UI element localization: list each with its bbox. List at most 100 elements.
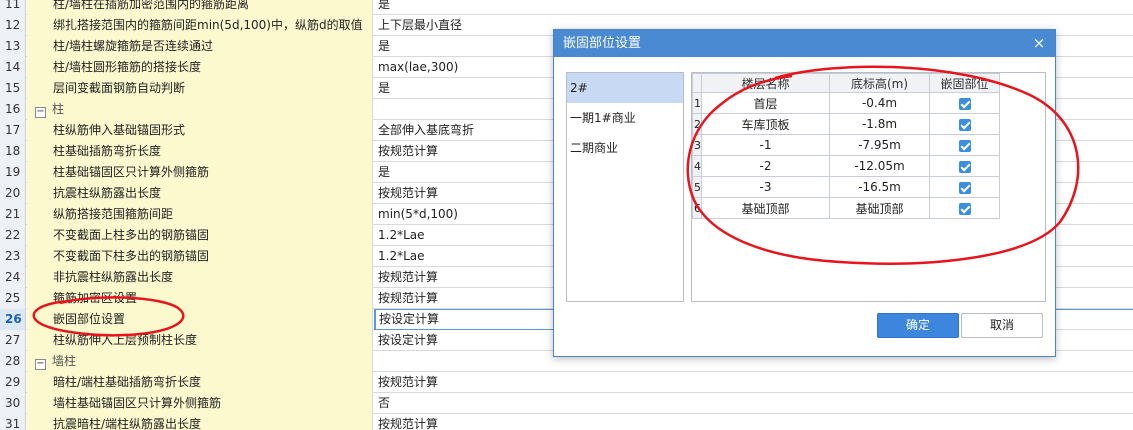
table-row[interactable]: 30 墙柱基础锚固区只计算外侧箍筋 否: [0, 393, 1133, 414]
table-row[interactable]: 31 抗震暗柱/端柱纵筋露出长度 按规范计算: [0, 414, 1133, 430]
setting-name-text: 墙柱: [52, 354, 77, 368]
setting-name: 嵌固部位设置: [27, 309, 373, 330]
building-list-item[interactable]: 一期1#商业: [567, 103, 683, 133]
row-number: 16: [0, 99, 26, 120]
setting-name-text: 抗震柱纵筋露出长度: [53, 186, 162, 200]
row-number: 19: [0, 162, 26, 183]
floor-table: 楼层名称 底标高(m) 嵌固部位 1 首层 -0.4m 2 车库顶板 -1.8m 3 -1 -7…: [692, 73, 1000, 219]
table-row[interactable]: 6 基础顶部 基础顶部: [692, 197, 1000, 219]
building-list: 2# 一期1#商业 二期商业: [566, 72, 684, 302]
floor-name-cell[interactable]: -2: [701, 155, 830, 177]
row-number: 13: [0, 36, 26, 57]
setting-name-text: 抗震暗柱/端柱纵筋露出长度: [53, 417, 202, 430]
embed-position-cell: [929, 92, 1000, 114]
setting-name: 墙柱基础锚固区只计算外侧箍筋: [27, 393, 373, 414]
row-index: 2: [692, 113, 702, 135]
close-icon[interactable]: ×: [1031, 30, 1047, 57]
building-list-item[interactable]: 二期商业: [567, 133, 683, 163]
collapse-toggle-icon[interactable]: −: [35, 359, 46, 370]
setting-value[interactable]: 是: [374, 0, 1133, 15]
setting-name: 柱基础插筋弯折长度: [27, 141, 373, 162]
row-number: 30: [0, 393, 26, 414]
setting-value[interactable]: 否: [374, 393, 1133, 414]
setting-name: 不变截面下柱多出的钢筋锚固: [27, 246, 373, 267]
setting-value[interactable]: 按规范计算: [374, 414, 1133, 430]
bottom-elevation-cell[interactable]: -7.95m: [829, 134, 930, 156]
row-number: 11: [0, 0, 26, 15]
setting-name: 抗震柱纵筋露出长度: [27, 183, 373, 204]
dialog-title-bar: 嵌固部位设置 ×: [554, 30, 1055, 57]
embed-position-cell: [929, 176, 1000, 198]
bottom-elevation-cell[interactable]: -16.5m: [829, 176, 930, 198]
row-number: 18: [0, 141, 26, 162]
row-number: 25: [0, 288, 26, 309]
row-number: 28: [0, 351, 26, 372]
floor-name-cell[interactable]: 基础顶部: [701, 197, 830, 219]
table-row[interactable]: 4 -2 -12.05m: [692, 155, 1000, 177]
bottom-elevation-cell[interactable]: 基础顶部: [829, 197, 930, 219]
setting-name-text: 墙柱基础锚固区只计算外侧箍筋: [53, 396, 222, 410]
setting-value[interactable]: 按规范计算: [374, 372, 1133, 393]
embed-position-cell: [929, 134, 1000, 156]
row-index: 3: [692, 134, 702, 156]
setting-name-text: 柱: [52, 102, 65, 116]
checkbox-checked-icon[interactable]: [958, 118, 971, 131]
setting-name: 非抗震柱纵筋露出长度: [27, 267, 373, 288]
checkbox-checked-icon[interactable]: [958, 181, 971, 194]
row-number: 22: [0, 225, 26, 246]
setting-name-text: 柱/墙柱圆形箍筋的搭接长度: [53, 60, 202, 74]
floor-name-cell[interactable]: 首层: [701, 92, 830, 114]
setting-name-text: 嵌固部位设置: [53, 312, 126, 326]
collapse-toggle-icon[interactable]: −: [35, 107, 46, 118]
setting-name-text: 柱/墙柱螺旋箍筋是否连续通过: [53, 39, 214, 53]
table-row[interactable]: 2 车库顶板 -1.8m: [692, 113, 1000, 135]
embed-position-cell: [929, 113, 1000, 135]
floor-name-cell[interactable]: -1: [701, 134, 830, 156]
setting-name: 柱/墙柱圆形箍筋的搭接长度: [27, 57, 373, 78]
setting-name-text: 绑扎搭接范围内的箍筋间距min(5d,100)中，纵筋d的取值: [53, 18, 363, 32]
ok-button[interactable]: 确定: [877, 313, 959, 338]
checkbox-checked-icon[interactable]: [958, 202, 971, 215]
setting-name: 绑扎搭接范围内的箍筋间距min(5d,100)中，纵筋d的取值: [27, 15, 373, 36]
row-number: 20: [0, 183, 26, 204]
row-number: 15: [0, 78, 26, 99]
setting-name-text: 纵筋搭接范围箍筋间距: [53, 207, 174, 221]
column-header-bottom-elevation[interactable]: 底标高(m): [829, 73, 930, 93]
dialog-title: 嵌固部位设置: [563, 36, 642, 51]
setting-name: 箍筋加密区设置: [27, 288, 373, 309]
embed-position-dialog: 嵌固部位设置 × 2# 一期1#商业 二期商业 楼层名称 底标高(m) 嵌固部位 1…: [553, 29, 1056, 357]
bottom-elevation-cell[interactable]: -1.8m: [829, 113, 930, 135]
row-number: 17: [0, 120, 26, 141]
setting-name-text: 暗柱/端柱基础插筋弯折长度: [53, 375, 202, 389]
setting-value[interactable]: 按设定计算: [374, 309, 554, 330]
table-row[interactable]: 1 首层 -0.4m: [692, 92, 1000, 114]
table-row[interactable]: 3 -1 -7.95m: [692, 134, 1000, 156]
setting-name: 柱纵筋伸入上层预制柱长度: [27, 330, 373, 351]
column-header-embed-position[interactable]: 嵌固部位: [929, 73, 1000, 93]
table-row[interactable]: 29 暗柱/端柱基础插筋弯折长度 按规范计算: [0, 372, 1133, 393]
floor-name-cell[interactable]: -3: [701, 176, 830, 198]
setting-name-text: 箍筋加密区设置: [53, 291, 138, 305]
setting-name: − 柱: [27, 99, 373, 120]
setting-name: 层间变截面钢筋自动判断: [27, 78, 373, 99]
row-index: 1: [692, 92, 702, 114]
row-number: 26: [0, 309, 26, 330]
bottom-elevation-cell[interactable]: -0.4m: [829, 92, 930, 114]
table-corner: [692, 73, 702, 93]
floor-name-cell[interactable]: 车库顶板: [701, 113, 830, 135]
setting-name: 柱纵筋伸入基础锚固形式: [27, 120, 373, 141]
setting-name-text: 柱/墙柱在插筋加密范围内的箍筋距离: [53, 0, 250, 11]
table-row[interactable]: 11 柱/墙柱在插筋加密范围内的箍筋距离 是: [0, 0, 1133, 15]
cancel-button[interactable]: 取消: [961, 313, 1043, 338]
checkbox-checked-icon[interactable]: [958, 139, 971, 152]
row-number: 14: [0, 57, 26, 78]
setting-name-text: 不变截面下柱多出的钢筋锚固: [53, 249, 210, 263]
column-header-floor-name[interactable]: 楼层名称: [701, 73, 830, 93]
setting-name: 不变截面上柱多出的钢筋锚固: [27, 225, 373, 246]
bottom-elevation-cell[interactable]: -12.05m: [829, 155, 930, 177]
checkbox-checked-icon[interactable]: [958, 97, 971, 110]
checkbox-checked-icon[interactable]: [958, 160, 971, 173]
table-row[interactable]: 5 -3 -16.5m: [692, 176, 1000, 198]
embed-position-cell: [929, 155, 1000, 177]
building-list-item[interactable]: 2#: [567, 73, 683, 103]
